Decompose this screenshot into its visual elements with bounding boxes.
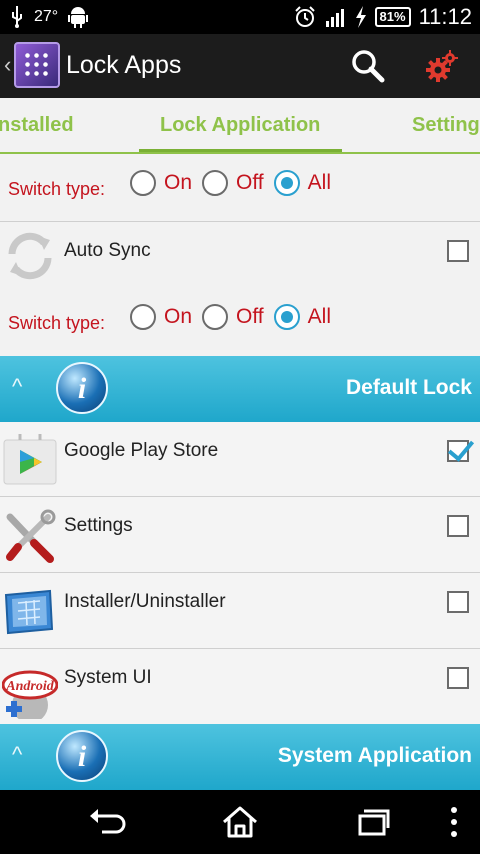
switch-type-row-sync: Switch type: On Off All <box>0 291 480 357</box>
section-title: Default Lock <box>345 376 472 399</box>
app-logo-icon[interactable] <box>14 42 60 88</box>
radio-all-label: All <box>307 171 331 194</box>
section-header-default-lock[interactable]: ^ i Default Lock <box>0 356 480 422</box>
app-row-installer-uninstaller[interactable]: Installer/Uninstaller <box>0 573 480 648</box>
android-icon <box>68 7 89 28</box>
android-system-icon: Android <box>2 670 58 719</box>
radio-off-2[interactable]: Off <box>202 304 264 330</box>
auto-sync-row[interactable]: Auto Sync <box>0 222 480 290</box>
tab-settings[interactable]: Setting <box>412 114 480 137</box>
tab-installed[interactable]: nstalled <box>0 114 74 137</box>
status-bar: 27° 81% 11:12 <box>0 0 480 34</box>
sync-icon <box>8 232 52 280</box>
info-icon: i <box>56 730 108 782</box>
radio-all-label-2: All <box>307 305 331 328</box>
clock: 11:12 <box>418 4 472 29</box>
navigation-bar <box>0 790 480 854</box>
app-name: Settings <box>64 515 133 536</box>
section-header-system-application[interactable]: ^ i System Application <box>0 724 480 790</box>
app-row-system-ui[interactable]: Android System UI <box>0 649 480 724</box>
radio-off-circle[interactable] <box>202 170 229 196</box>
switch-type-label-2: Switch type: <box>8 313 106 333</box>
lock-checkbox[interactable] <box>447 591 469 613</box>
app-name: Google Play Store <box>64 440 219 461</box>
radio-all-circle-2[interactable] <box>273 304 300 330</box>
radio-on[interactable]: On <box>130 170 192 196</box>
installer-icon <box>4 589 54 635</box>
usb-icon <box>12 6 22 28</box>
radio-on-2[interactable]: On <box>130 304 192 330</box>
radio-off-circle-2[interactable] <box>202 304 229 330</box>
recents-icon[interactable] <box>352 804 392 840</box>
charging-icon <box>355 6 366 28</box>
settings-tools-icon <box>6 509 56 563</box>
switch-type-label: Switch type: <box>8 179 106 199</box>
chevron-up-icon[interactable]: ^ <box>12 742 22 768</box>
lock-checkbox[interactable] <box>447 667 469 689</box>
play-store-icon <box>3 434 57 485</box>
lock-checkbox[interactable] <box>447 515 469 537</box>
signal-icon <box>325 9 344 27</box>
radio-all-circle[interactable] <box>273 170 300 196</box>
auto-sync-label: Auto Sync <box>64 240 151 261</box>
lock-checkbox[interactable] <box>447 440 469 462</box>
radio-on-circle[interactable] <box>130 170 156 196</box>
switch-type-radio-group: On Off All <box>130 170 341 196</box>
app-name: Installer/Uninstaller <box>64 591 226 612</box>
tab-strip: nstalled Lock Application Setting <box>0 98 480 154</box>
radio-off-label-2: Off <box>236 305 264 328</box>
gear-icon[interactable] <box>424 48 460 84</box>
search-icon[interactable] <box>350 48 386 84</box>
page-title: Lock Apps <box>66 51 182 79</box>
app-name: System UI <box>64 667 152 688</box>
section-title: System Application <box>277 744 472 767</box>
switch-type-radio-group-2: On Off All <box>130 304 341 330</box>
status-right: 81% 11:12 <box>293 4 472 30</box>
switch-type-row-top: Switch type: On Off All <box>0 157 480 223</box>
back-icon[interactable]: ‹ <box>4 52 11 78</box>
app-row-google-play-store[interactable]: Google Play Store <box>0 422 480 497</box>
alarm-icon <box>294 6 315 27</box>
app-row-settings[interactable]: Settings <box>0 497 480 572</box>
status-left: 27° <box>10 6 89 28</box>
svg-text:Android: Android <box>5 679 54 694</box>
radio-on-label-2: On <box>164 305 193 328</box>
action-bar: ‹ Lock Apps <box>0 34 480 98</box>
radio-all[interactable]: All <box>273 170 331 196</box>
temperature-text: 27° <box>34 8 59 25</box>
radio-off[interactable]: Off <box>202 170 264 196</box>
battery-indicator: 81% <box>374 7 411 27</box>
tab-lock-application[interactable]: Lock Application <box>160 114 320 137</box>
active-tab-indicator <box>139 149 342 152</box>
auto-sync-checkbox[interactable] <box>447 240 469 262</box>
home-icon[interactable] <box>220 804 260 840</box>
radio-on-circle-2[interactable] <box>130 304 156 330</box>
radio-on-label: On <box>164 171 193 194</box>
chevron-up-icon[interactable]: ^ <box>12 374 22 400</box>
menu-icon[interactable] <box>434 804 474 840</box>
back-nav-icon[interactable] <box>88 804 128 840</box>
radio-all-2[interactable]: All <box>273 304 331 330</box>
info-icon: i <box>56 362 108 414</box>
radio-off-label: Off <box>236 171 264 194</box>
